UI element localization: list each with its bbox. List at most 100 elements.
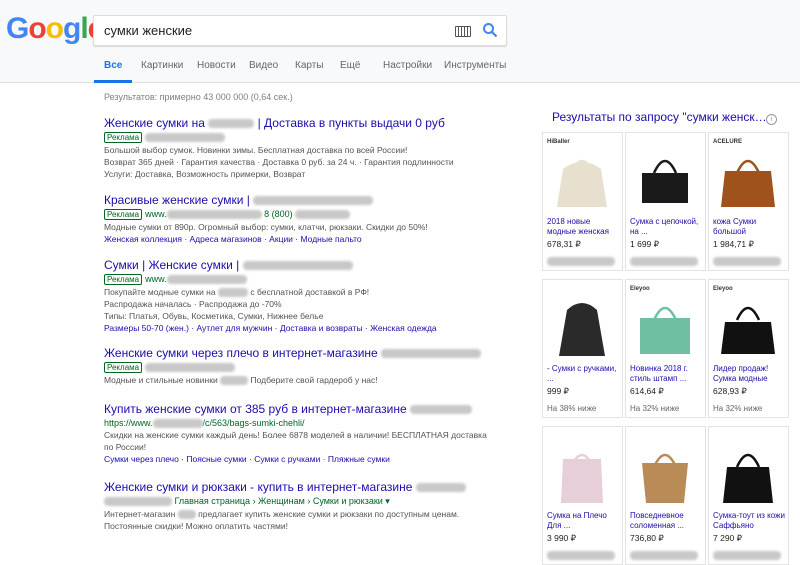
product-price: 1 699 ₽: [630, 239, 660, 249]
product-card[interactable]: Eleyoo Лидер продаж! Сумка модные 628,93 ₽…: [708, 279, 789, 418]
product-name[interactable]: Лидер продаж! Сумка модные: [713, 364, 785, 384]
product-card[interactable]: Повседневное соломенная ... 736,80 ₽: [625, 426, 706, 565]
result-snippet: Модные и стильные новинки Подберите свой…: [104, 375, 378, 386]
search-result: Женские сумки и рюкзаки - купить в интер…: [104, 480, 514, 531]
product-name[interactable]: 2018 новые модные женская: [547, 217, 619, 237]
result-stats: Результатов: примерно 43 000 000 (0,64 с…: [104, 92, 293, 102]
result-snippet: Покупайте модные сумки на с бесплатной д…: [104, 287, 370, 298]
product-card[interactable]: ACELURE кожа Сумки большой 1 984,71 ₽: [708, 132, 789, 271]
product-card[interactable]: Сумка с цепочкой, на ... 1 699 ₽: [625, 132, 706, 271]
product-image[interactable]: [549, 292, 615, 362]
product-name[interactable]: Сумка-тоут из кожи Саффьяно: [713, 511, 785, 531]
merchant-name: [713, 551, 781, 560]
price-drop-badge: На 38% ниже: [547, 404, 597, 413]
product-image[interactable]: [632, 145, 698, 215]
tab-video[interactable]: Видео: [249, 60, 278, 71]
search-box[interactable]: сумки женские: [93, 15, 507, 46]
product-image[interactable]: [715, 439, 781, 509]
product-card[interactable]: HiBaller 2018 новые модные женская 678,31 …: [542, 132, 623, 271]
logo-letter: o: [28, 12, 46, 45]
result-title[interactable]: Женские сумки через плечо в интернет-маг…: [104, 346, 514, 360]
keyboard-icon[interactable]: [455, 26, 471, 37]
result-snippet: Интернет-магазин предлагает купить женск…: [104, 509, 460, 520]
product-image[interactable]: [715, 292, 781, 362]
result-sitelinks[interactable]: Сумки через плечо · Поясные сумки · Сумк…: [104, 454, 514, 464]
result-title[interactable]: Женские сумки на | Доставка в пункты выд…: [104, 116, 514, 130]
search-result: Красивые женские сумки | Реклама www. 8 (…: [104, 193, 514, 244]
tab-maps[interactable]: Карты: [295, 60, 324, 71]
product-name[interactable]: кожа Сумки большой: [713, 217, 785, 237]
result-title[interactable]: Красивые женские сумки |: [104, 193, 514, 207]
product-card[interactable]: - Сумки с ручками, ... 999 ₽ На 38% ниже: [542, 279, 623, 418]
result-snippet: Модные сумки от 890р. Огромный выбор: су…: [104, 222, 428, 232]
search-icon[interactable]: [482, 22, 498, 38]
logo-letter: o: [45, 12, 64, 45]
result-sitelinks[interactable]: Размеры 50-70 (жен.) · Аутлет для мужчин…: [104, 323, 514, 333]
result-url: Главная страница › Женщинам › Сумки и рю…: [104, 496, 514, 507]
product-brand: Eleyoo: [630, 286, 650, 292]
result-title[interactable]: Купить женские сумки от 385 руб в интерн…: [104, 402, 514, 416]
tab-settings[interactable]: Настройки: [383, 60, 432, 71]
product-name[interactable]: Сумка на Плечо Для ...: [547, 511, 619, 531]
result-url: Реклама: [104, 132, 514, 143]
result-url: Реклама www. 8 (800): [104, 209, 514, 220]
product-card[interactable]: Сумка на Плечо Для ... 3 990 ₽: [542, 426, 623, 565]
header: Google сумки женские Все Картинки Новост…: [0, 0, 800, 83]
product-image[interactable]: [715, 145, 781, 215]
search-result: Женские сумки через плечо в интернет-маг…: [104, 346, 514, 386]
product-brand: HiBaller: [547, 139, 570, 145]
product-name[interactable]: - Сумки с ручками, ...: [547, 364, 619, 384]
google-logo[interactable]: Google: [6, 12, 104, 46]
result-title[interactable]: Женские сумки и рюкзаки - купить в интер…: [104, 480, 514, 494]
merchant-name: [630, 257, 698, 266]
product-brand: Eleyoo: [713, 286, 733, 292]
result-snippet: Большой выбор сумок. Новинки зимы. Беспл…: [104, 145, 408, 155]
product-price: 614,64 ₽: [630, 386, 664, 396]
price-drop-badge: На 32% ниже: [713, 404, 763, 413]
product-price: 1 984,71 ₽: [713, 239, 754, 249]
merchant-name: [547, 257, 615, 266]
product-brand: ACELURE: [713, 139, 743, 145]
ad-badge: Реклама: [104, 209, 143, 220]
logo-letter: l: [80, 12, 88, 45]
tab-all[interactable]: Все: [93, 60, 133, 83]
product-name[interactable]: Новинка 2018 г. стиль штамп ...: [630, 364, 702, 384]
result-sitelinks[interactable]: Женская коллекция · Адреса магазинов · А…: [104, 234, 514, 244]
tab-more[interactable]: Ещё: [340, 60, 360, 71]
product-image[interactable]: [632, 439, 698, 509]
product-price: 3 990 ₽: [547, 533, 577, 543]
search-result: Женские сумки на | Доставка в пункты выд…: [104, 116, 514, 179]
product-price: 7 290 ₽: [713, 533, 743, 543]
info-icon[interactable]: i: [766, 114, 777, 125]
result-snippet: Скидки на женские сумки каждый день! Бол…: [104, 430, 487, 441]
product-card[interactable]: Сумка-тоут из кожи Саффьяно 7 290 ₽: [708, 426, 789, 565]
product-name[interactable]: Повседневное соломенная ...: [630, 511, 702, 531]
result-snippet: Услуги: Доставка, Возможность примерки, …: [104, 169, 306, 179]
product-price: 678,31 ₽: [547, 239, 581, 249]
merchant-name: [713, 257, 781, 266]
ad-badge: Реклама: [104, 132, 143, 143]
product-image[interactable]: [549, 439, 615, 509]
result-url: https://www./c/563/bags-sumki-chehli/: [104, 418, 305, 429]
tab-tools[interactable]: Инструменты: [444, 60, 506, 71]
result-url: Реклама www.: [104, 274, 514, 285]
tab-news[interactable]: Новости: [197, 60, 236, 71]
price-drop-badge: На 32% ниже: [630, 404, 680, 413]
result-title[interactable]: Сумки | Женские сумки |: [104, 258, 514, 272]
search-input[interactable]: сумки женские: [104, 23, 192, 38]
search-result: Купить женские сумки от 385 руб в интерн…: [104, 402, 514, 464]
search-result: Сумки | Женские сумки | Реклама www. Поку…: [104, 258, 514, 333]
product-image[interactable]: [632, 292, 698, 362]
result-snippet: Распродажа началась · Распродажа до -70%: [104, 299, 282, 310]
tab-images[interactable]: Картинки: [141, 60, 183, 71]
product-price: 999 ₽: [547, 386, 569, 396]
shopping-panel-title[interactable]: Результаты по запросу "сумки женск…: [552, 110, 767, 124]
product-name[interactable]: Сумка с цепочкой, на ...: [630, 217, 702, 237]
product-card[interactable]: Eleyoo Новинка 2018 г. стиль штамп ... 614…: [625, 279, 706, 418]
result-url: Реклама: [104, 362, 514, 373]
merchant-name: [547, 551, 615, 560]
ad-badge: Реклама: [104, 362, 143, 373]
merchant-name: [630, 551, 698, 560]
product-image[interactable]: [549, 145, 615, 215]
result-snippet: по России!: [104, 442, 147, 453]
